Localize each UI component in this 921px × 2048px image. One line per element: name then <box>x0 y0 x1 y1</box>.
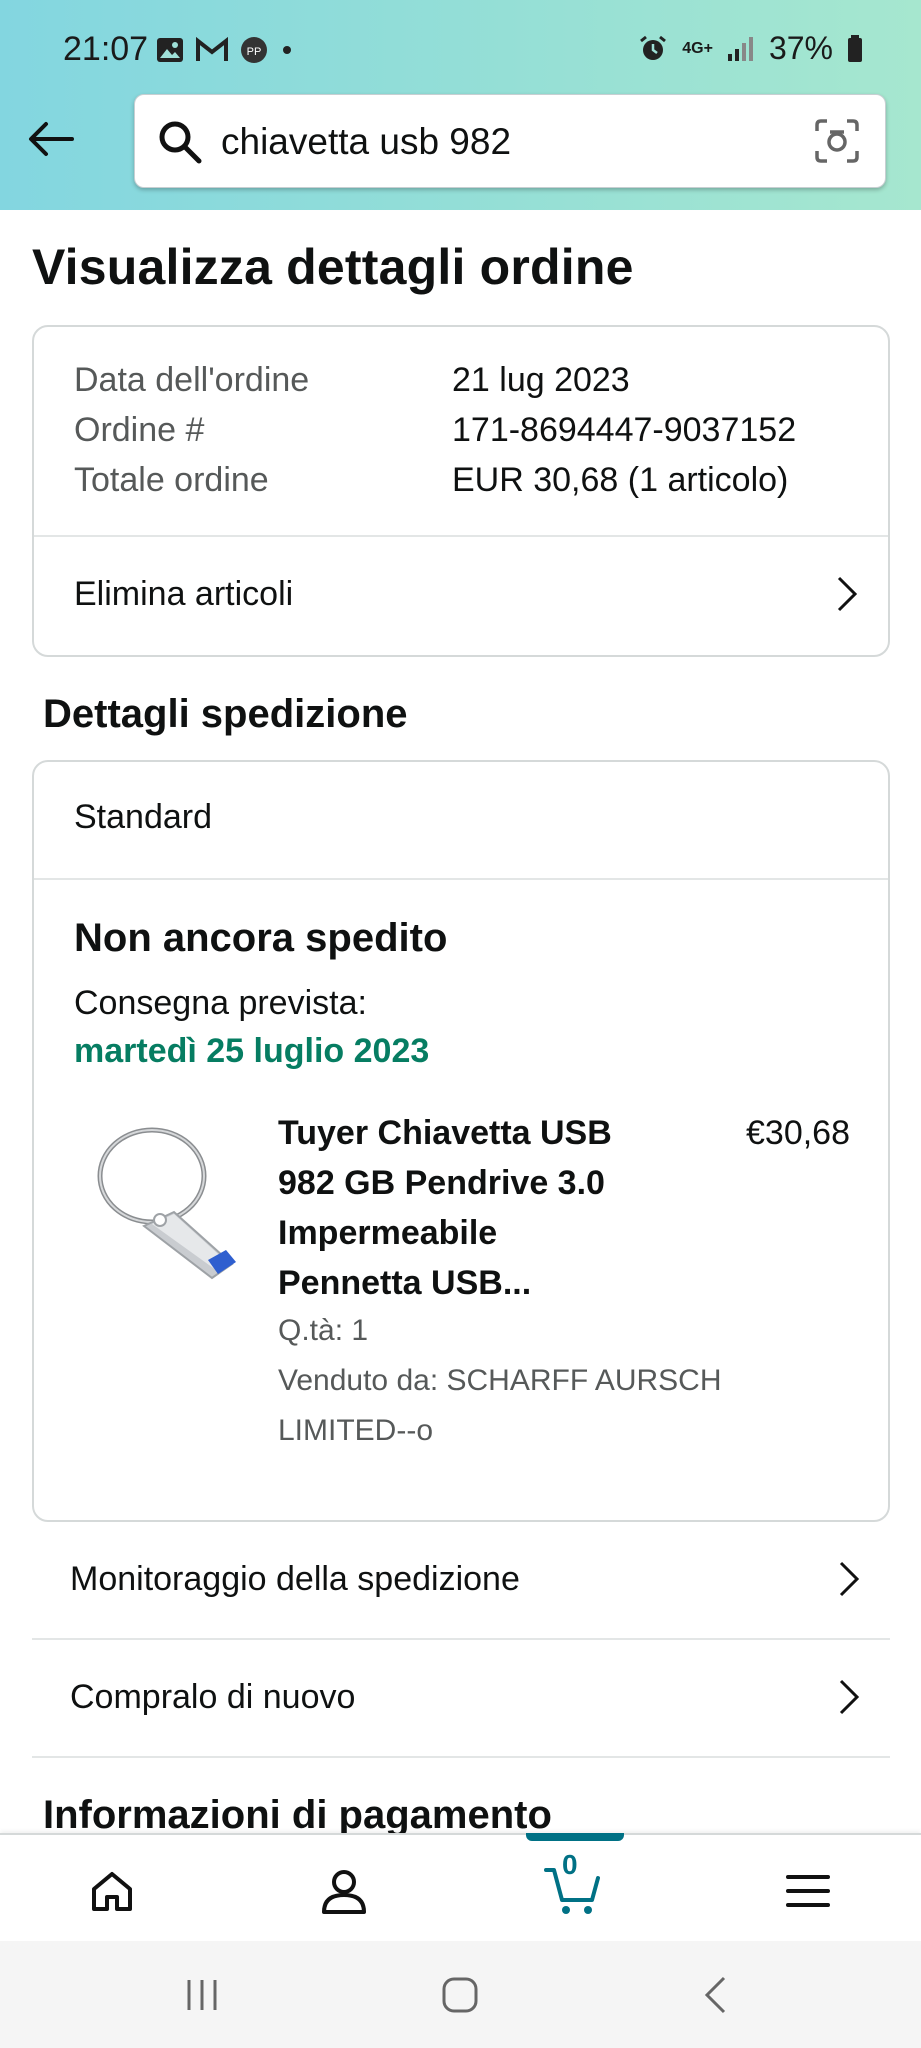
chevron-right-icon <box>839 1679 860 1715</box>
order-total-value: EUR 30,68 (1 articolo) <box>452 461 789 499</box>
order-number-label: Ordine # <box>74 411 205 449</box>
product-title-link[interactable]: Tuyer Chiavetta USB 982 GB Pendrive 3.0 … <box>278 1108 648 1308</box>
order-date-row: Data dell'ordine 21 lug 2023 <box>74 361 630 400</box>
gallery-icon <box>157 38 183 62</box>
status-bar: 21:07 PP 4G+ 37% <box>0 0 921 76</box>
home-button-icon[interactable] <box>440 1975 480 2015</box>
order-total-row: Totale ordine EUR 30,68 (1 articolo) <box>74 461 788 500</box>
delivery-date: martedì 25 luglio 2023 <box>74 1032 430 1070</box>
delivery-label: Consegna prevista: <box>74 984 367 1022</box>
shipping-card: Standard Non ancora spedito Consegna pre… <box>32 760 890 1522</box>
product-title-line: Pennetta USB... <box>278 1264 532 1302</box>
cart-active-indicator <box>526 1833 624 1841</box>
product-price: €30,68 <box>746 1114 850 1152</box>
system-nav-bar <box>0 1941 921 2048</box>
bottom-nav: 0 <box>0 1833 921 1943</box>
divider <box>34 878 888 880</box>
network-type: 4G+ <box>682 39 713 57</box>
battery-icon <box>848 34 862 62</box>
product-image[interactable] <box>82 1114 252 1284</box>
camera-search-icon[interactable] <box>813 117 861 165</box>
svg-text:PP: PP <box>247 46 262 58</box>
shipping-section-title: Dettagli spedizione <box>43 692 408 736</box>
page-title: Visualizza dettagli ordine <box>32 239 634 295</box>
remove-items-row[interactable]: Elimina articoli <box>34 537 888 655</box>
track-shipment-label: Monitoraggio della spedizione <box>70 1560 520 1598</box>
shipment-status: Non ancora spedito <box>74 916 448 960</box>
signal-icon <box>727 36 753 61</box>
app-notification-icon: PP <box>241 37 267 63</box>
more-notifications-dot <box>283 46 291 54</box>
buy-again-link[interactable]: Compralo di nuovo <box>32 1640 890 1758</box>
status-time: 21:07 <box>63 30 149 68</box>
menu-icon <box>786 1875 830 1907</box>
home-icon <box>92 1872 132 1911</box>
recent-apps-icon[interactable] <box>184 1977 220 2013</box>
order-summary-card: Data dell'ordine 21 lug 2023 Ordine # 17… <box>32 325 890 657</box>
product-seller: Venduto da: SCHARFF AURSCH <box>278 1364 722 1397</box>
search-input[interactable]: chiavetta usb 982 <box>221 121 511 163</box>
track-shipment-link[interactable]: Monitoraggio della spedizione <box>32 1522 890 1640</box>
order-number-row: Ordine # 171-8694447-9037152 <box>74 411 796 450</box>
nav-menu[interactable] <box>778 1861 838 1921</box>
remove-items-label: Elimina articoli <box>74 575 294 613</box>
order-number-value: 171-8694447-9037152 <box>452 411 797 449</box>
product-title-line: Tuyer Chiavetta USB <box>278 1114 612 1152</box>
gmail-icon <box>196 37 228 61</box>
cart-count-badge: 0 <box>562 1849 578 1880</box>
chevron-right-icon <box>839 1561 860 1597</box>
nav-home[interactable] <box>82 1861 142 1921</box>
battery-percent: 37% <box>768 30 833 66</box>
product-title-line: Impermeabile <box>278 1214 498 1252</box>
system-back-icon[interactable] <box>702 1975 728 2015</box>
back-button[interactable] <box>24 112 78 166</box>
back-arrow-icon <box>29 122 74 156</box>
order-total-label: Totale ordine <box>74 461 269 499</box>
shipping-method: Standard <box>74 798 212 836</box>
buy-again-label: Compralo di nuovo <box>70 1678 356 1716</box>
search-bar[interactable]: chiavetta usb 982 <box>134 94 886 188</box>
nav-account[interactable] <box>314 1861 374 1921</box>
product-seller: LIMITED--o <box>278 1414 434 1447</box>
order-date-label: Data dell'ordine <box>74 361 310 399</box>
product-quantity: Q.tà: 1 <box>278 1314 369 1347</box>
alarm-icon <box>640 35 667 60</box>
payment-section-title: Informazioni di pagamento <box>43 1793 552 1837</box>
search-icon <box>159 121 202 164</box>
chevron-right-icon <box>837 576 858 612</box>
order-date-value: 21 lug 2023 <box>452 361 630 399</box>
product-title-line: 982 GB Pendrive 3.0 <box>278 1164 605 1202</box>
account-icon <box>322 1870 366 1914</box>
